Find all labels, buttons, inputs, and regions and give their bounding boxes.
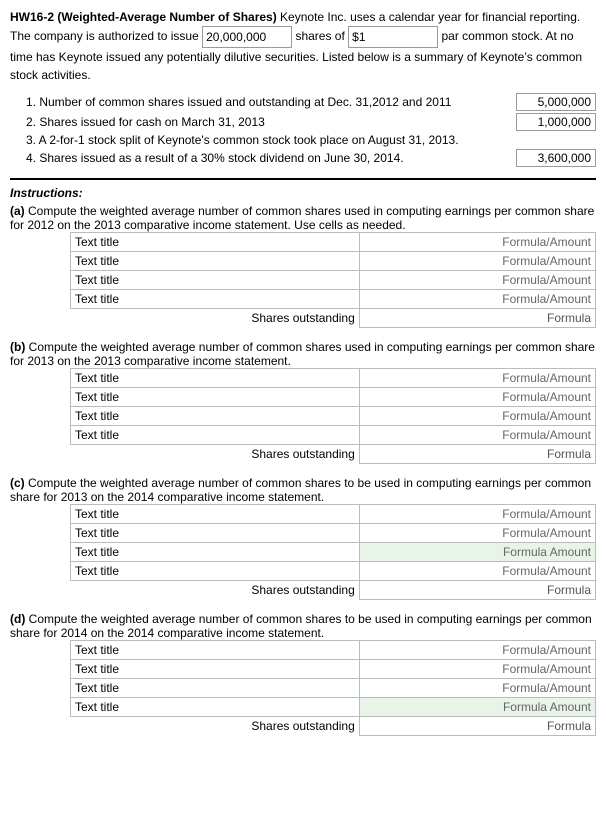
text-cell[interactable]: Text title: [71, 233, 360, 252]
table-row: Text title Formula/Amount: [71, 290, 596, 309]
text-cell[interactable]: Text title: [71, 271, 360, 290]
title-bold: HW16-2 (Weighted-Average Number of Share…: [10, 10, 277, 24]
shares-formula-cell[interactable]: Formula: [359, 717, 595, 736]
shares-label: Shares outstanding: [71, 309, 360, 328]
table-row: Text title Formula/Amount: [71, 426, 596, 445]
list-item: 3. A 2-for-1 stock split of Keynote's co…: [26, 132, 596, 148]
formula-cell-highlighted[interactable]: Formula Amount: [359, 698, 595, 717]
table-row: Text title Formula/Amount: [71, 660, 596, 679]
formula-cell[interactable]: Formula/Amount: [359, 641, 595, 660]
part-d-desc: Compute the weighted average number of c…: [10, 612, 592, 640]
formula-cell[interactable]: Formula/Amount: [359, 660, 595, 679]
item-text: 1. Number of common shares issued and ou…: [26, 95, 451, 109]
shares-label: Shares outstanding: [71, 581, 360, 600]
part-d-table: Text title Formula/Amount Text title For…: [70, 640, 596, 736]
table-row: Text title Formula/Amount: [71, 407, 596, 426]
text-cell[interactable]: Text title: [71, 290, 360, 309]
formula-cell-highlighted[interactable]: Formula Amount: [359, 543, 595, 562]
formula-cell[interactable]: Formula/Amount: [359, 407, 595, 426]
shares-row: Shares outstanding Formula: [71, 717, 596, 736]
text-cell[interactable]: Text title: [71, 369, 360, 388]
part-b: (b) Compute the weighted average number …: [10, 340, 596, 464]
part-a-label: (a): [10, 204, 25, 218]
part-c-table: Text title Formula/Amount Text title For…: [70, 504, 596, 600]
shares-formula-cell[interactable]: Formula: [359, 445, 595, 464]
text-cell[interactable]: Text title: [71, 641, 360, 660]
shares-label: Shares outstanding: [71, 445, 360, 464]
formula-cell[interactable]: Formula/Amount: [359, 679, 595, 698]
part-b-table-container: Text title Formula/Amount Text title For…: [70, 368, 596, 464]
instructions-section: Instructions: (a) Compute the weighted a…: [10, 178, 596, 736]
part-a-desc: Compute the weighted average number of c…: [10, 204, 594, 232]
table-row: Text title Formula Amount: [71, 543, 596, 562]
formula-cell[interactable]: Formula/Amount: [359, 426, 595, 445]
part-d-table-container: Text title Formula/Amount Text title For…: [70, 640, 596, 736]
shares-row: Shares outstanding Formula: [71, 309, 596, 328]
text-cell[interactable]: Text title: [71, 505, 360, 524]
item-amount: 3,600,000: [516, 149, 596, 167]
text-cell[interactable]: Text title: [71, 562, 360, 581]
part-b-table: Text title Formula/Amount Text title For…: [70, 368, 596, 464]
item-text: 4. Shares issued as a result of a 30% st…: [26, 151, 404, 165]
text-cell[interactable]: Text title: [71, 698, 360, 717]
item-amount: 1,000,000: [516, 113, 596, 131]
text-cell[interactable]: Text title: [71, 426, 360, 445]
part-b-desc: Compute the weighted average number of c…: [10, 340, 595, 368]
par-input[interactable]: $1: [348, 26, 438, 48]
formula-cell[interactable]: Formula/Amount: [359, 524, 595, 543]
shares-formula-cell[interactable]: Formula: [359, 309, 595, 328]
text-cell[interactable]: Text title: [71, 543, 360, 562]
formula-cell[interactable]: Formula/Amount: [359, 233, 595, 252]
table-row: Text title Formula/Amount: [71, 562, 596, 581]
part-b-label: (b): [10, 340, 25, 354]
item-amount: 5,000,000: [516, 93, 596, 111]
table-row: Text title Formula/Amount: [71, 641, 596, 660]
part-c: (c) Compute the weighted average number …: [10, 476, 596, 600]
formula-cell[interactable]: Formula/Amount: [359, 562, 595, 581]
part-a-table-container: Text title Formula/Amount Text title For…: [70, 232, 596, 328]
part-c-desc: Compute the weighted average number of c…: [10, 476, 591, 504]
table-row: Text title Formula/Amount: [71, 271, 596, 290]
part-a: (a) Compute the weighted average number …: [10, 204, 596, 328]
formula-cell[interactable]: Formula/Amount: [359, 290, 595, 309]
item-text: 3. A 2-for-1 stock split of Keynote's co…: [26, 133, 459, 147]
table-row: Text title Formula/Amount: [71, 524, 596, 543]
table-row: Text title Formula/Amount: [71, 233, 596, 252]
formula-cell[interactable]: Formula/Amount: [359, 271, 595, 290]
shares-label: Shares outstanding: [71, 717, 360, 736]
part-c-label: (c): [10, 476, 25, 490]
table-row: Text title Formula Amount: [71, 698, 596, 717]
part-c-table-container: Text title Formula/Amount Text title For…: [70, 504, 596, 600]
formula-cell[interactable]: Formula/Amount: [359, 505, 595, 524]
text-cell[interactable]: Text title: [71, 524, 360, 543]
part-d-label: (d): [10, 612, 25, 626]
shares-row: Shares outstanding Formula: [71, 445, 596, 464]
list-item: 1. Number of common shares issued and ou…: [26, 92, 596, 112]
text-cell[interactable]: Text title: [71, 660, 360, 679]
shares-formula-cell[interactable]: Formula: [359, 581, 595, 600]
part-a-table: Text title Formula/Amount Text title For…: [70, 232, 596, 328]
list-item: 4. Shares issued as a result of a 30% st…: [26, 148, 596, 168]
header-section: HW16-2 (Weighted-Average Number of Share…: [10, 8, 596, 84]
text-cell[interactable]: Text title: [71, 388, 360, 407]
text-cell[interactable]: Text title: [71, 679, 360, 698]
instructions-title: Instructions:: [10, 186, 596, 200]
formula-cell[interactable]: Formula/Amount: [359, 369, 595, 388]
text-cell[interactable]: Text title: [71, 252, 360, 271]
formula-cell[interactable]: Formula/Amount: [359, 388, 595, 407]
shares-label: shares of: [295, 29, 344, 43]
table-row: Text title Formula/Amount: [71, 369, 596, 388]
item-text: 2. Shares issued for cash on March 31, 2…: [26, 115, 265, 129]
table-row: Text title Formula/Amount: [71, 679, 596, 698]
shares-input[interactable]: 20,000,000: [202, 26, 292, 48]
formula-cell[interactable]: Formula/Amount: [359, 252, 595, 271]
table-row: Text title Formula/Amount: [71, 505, 596, 524]
list-item: 2. Shares issued for cash on March 31, 2…: [26, 112, 596, 132]
shares-row: Shares outstanding Formula: [71, 581, 596, 600]
part-d: (d) Compute the weighted average number …: [10, 612, 596, 736]
table-row: Text title Formula/Amount: [71, 388, 596, 407]
table-row: Text title Formula/Amount: [71, 252, 596, 271]
text-cell[interactable]: Text title: [71, 407, 360, 426]
summary-list: 1. Number of common shares issued and ou…: [26, 92, 596, 168]
